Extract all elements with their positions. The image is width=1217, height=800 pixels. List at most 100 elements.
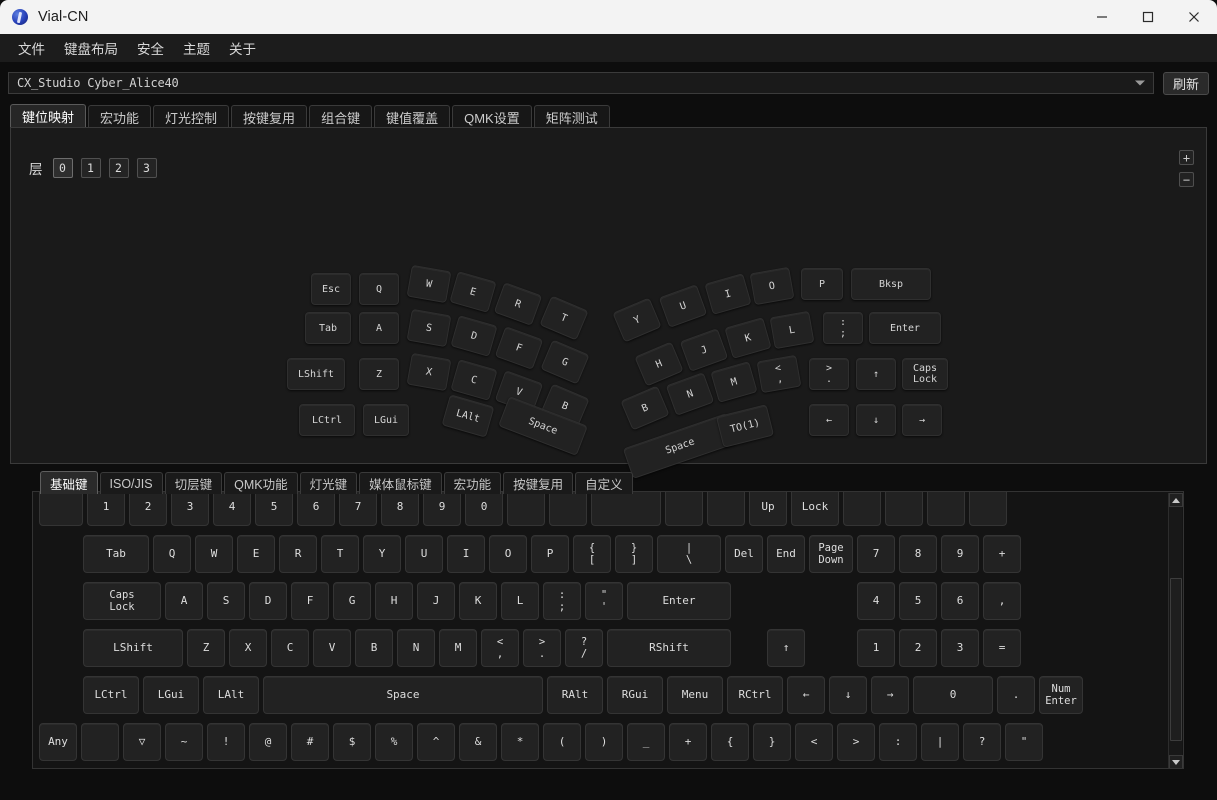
keycode-tab-6[interactable]: 宏功能 bbox=[443, 472, 502, 494]
tab-5[interactable]: 键值覆盖 bbox=[374, 105, 451, 128]
keycode-button-1-17[interactable]: 7 bbox=[857, 535, 895, 573]
menu-item-2[interactable]: 安全 bbox=[130, 35, 171, 61]
keycode-button-5-2[interactable]: ▽ bbox=[123, 723, 161, 761]
keycode-button-4-5[interactable]: RGui bbox=[607, 676, 663, 714]
keycode-button-0-21[interactable] bbox=[969, 492, 1007, 526]
keycode-button-1-18[interactable]: 8 bbox=[899, 535, 937, 573]
scroll-down-button[interactable] bbox=[1169, 755, 1183, 768]
keycode-button-1-6[interactable]: Y bbox=[363, 535, 401, 573]
keycode-button-2-4[interactable]: F bbox=[291, 582, 329, 620]
layer-button-3[interactable]: 3 bbox=[136, 158, 157, 178]
tab-0[interactable]: 键位映射 bbox=[10, 104, 87, 128]
keycode-button-5-17[interactable]: } bbox=[753, 723, 791, 761]
keymap-key-right-4[interactable]: P bbox=[801, 268, 843, 300]
keycode-button-3-0[interactable]: LShift bbox=[83, 629, 183, 667]
keycode-tab-0[interactable]: 基础键 bbox=[40, 471, 98, 494]
keycode-button-5-13[interactable]: ) bbox=[585, 723, 623, 761]
keymap-key-right-1[interactable]: U bbox=[658, 284, 708, 328]
keycode-button-3-8[interactable]: < , bbox=[481, 629, 519, 667]
keycode-button-4-9[interactable]: ↓ bbox=[829, 676, 867, 714]
layer-button-2[interactable]: 2 bbox=[108, 158, 129, 178]
keycode-tab-8[interactable]: 自定义 bbox=[575, 472, 633, 494]
keymap-key-left-20[interactable]: LAlt bbox=[441, 394, 495, 438]
keymap-key-left-1[interactable]: Q bbox=[359, 273, 399, 305]
menu-item-3[interactable]: 主题 bbox=[176, 35, 217, 61]
keymap-key-left-9[interactable]: D bbox=[450, 315, 498, 357]
zoom-out-button[interactable]: − bbox=[1179, 172, 1194, 187]
keycode-button-5-1[interactable] bbox=[81, 723, 119, 761]
keycode-button-0-9[interactable]: 9 bbox=[423, 492, 461, 526]
keycode-button-5-19[interactable]: > bbox=[837, 723, 875, 761]
keycode-button-0-3[interactable]: 3 bbox=[171, 492, 209, 526]
tab-4[interactable]: 组合键 bbox=[309, 105, 373, 128]
keyboard-select[interactable]: CX_Studio Cyber_Alice40 bbox=[8, 72, 1154, 94]
zoom-in-button[interactable]: + bbox=[1179, 150, 1194, 165]
close-button[interactable] bbox=[1171, 0, 1217, 34]
keycode-button-3-14[interactable]: 2 bbox=[899, 629, 937, 667]
keymap-key-left-13[interactable]: Z bbox=[359, 358, 399, 390]
keymap-key-right-7[interactable]: J bbox=[679, 328, 729, 372]
keymap-key-right-16[interactable]: > . bbox=[809, 358, 849, 390]
tab-2[interactable]: 灯光控制 bbox=[153, 105, 230, 128]
keycode-button-2-14[interactable]: 5 bbox=[899, 582, 937, 620]
keymap-key-left-15[interactable]: C bbox=[450, 359, 498, 401]
keycode-button-5-10[interactable]: & bbox=[459, 723, 497, 761]
keycode-button-2-3[interactable]: D bbox=[249, 582, 287, 620]
keycode-button-5-7[interactable]: $ bbox=[333, 723, 371, 761]
keycode-button-0-13[interactable] bbox=[591, 492, 661, 526]
keycode-button-0-7[interactable]: 7 bbox=[339, 492, 377, 526]
keycode-button-5-3[interactable]: ~ bbox=[165, 723, 203, 761]
keycode-button-1-4[interactable]: R bbox=[279, 535, 317, 573]
keycode-button-1-3[interactable]: E bbox=[237, 535, 275, 573]
keymap-key-right-2[interactable]: I bbox=[704, 273, 752, 315]
keycode-button-0-5[interactable]: 5 bbox=[255, 492, 293, 526]
keycode-button-0-19[interactable] bbox=[885, 492, 923, 526]
keycode-button-4-2[interactable]: LAlt bbox=[203, 676, 259, 714]
keycode-button-2-6[interactable]: H bbox=[375, 582, 413, 620]
scrollbar-thumb[interactable] bbox=[1170, 578, 1182, 741]
refresh-button[interactable]: 刷新 bbox=[1163, 71, 1209, 95]
keycode-button-5-18[interactable]: < bbox=[795, 723, 833, 761]
keycode-button-5-8[interactable]: % bbox=[375, 723, 413, 761]
keycode-button-0-8[interactable]: 8 bbox=[381, 492, 419, 526]
keycode-button-2-13[interactable]: 4 bbox=[857, 582, 895, 620]
keycode-button-3-7[interactable]: M bbox=[439, 629, 477, 667]
keycode-button-4-11[interactable]: 0 bbox=[913, 676, 993, 714]
keycode-button-2-10[interactable]: : ; bbox=[543, 582, 581, 620]
keycode-button-5-22[interactable]: ? bbox=[963, 723, 1001, 761]
keycode-button-3-3[interactable]: C bbox=[271, 629, 309, 667]
keycode-button-0-1[interactable]: 1 bbox=[87, 492, 125, 526]
keymap-key-right-22[interactable]: ↓ bbox=[856, 404, 896, 436]
keymap-key-left-14[interactable]: X bbox=[406, 352, 452, 392]
menu-item-0[interactable]: 文件 bbox=[11, 35, 52, 61]
keycode-button-5-5[interactable]: @ bbox=[249, 723, 287, 761]
keycode-button-1-15[interactable]: End bbox=[767, 535, 805, 573]
keycode-button-1-11[interactable]: { [ bbox=[573, 535, 611, 573]
keycode-tab-2[interactable]: 切层键 bbox=[164, 472, 223, 494]
keycode-button-0-14[interactable] bbox=[665, 492, 703, 526]
keycode-button-4-1[interactable]: LGui bbox=[143, 676, 199, 714]
keymap-key-right-23[interactable]: → bbox=[902, 404, 942, 436]
menu-item-4[interactable]: 关于 bbox=[222, 35, 263, 61]
keycode-button-4-8[interactable]: ← bbox=[787, 676, 825, 714]
keymap-key-right-15[interactable]: < , bbox=[756, 354, 802, 394]
keycode-button-2-5[interactable]: G bbox=[333, 582, 371, 620]
keycode-button-4-13[interactable]: Num Enter bbox=[1039, 676, 1083, 714]
layer-button-1[interactable]: 1 bbox=[80, 158, 101, 178]
keycode-button-3-2[interactable]: X bbox=[229, 629, 267, 667]
keymap-key-right-12[interactable]: B bbox=[620, 385, 670, 431]
keycode-button-3-13[interactable]: 1 bbox=[857, 629, 895, 667]
keymap-key-right-3[interactable]: O bbox=[749, 266, 795, 306]
keycode-tab-1[interactable]: ISO/JIS bbox=[99, 472, 163, 494]
keycode-button-0-16[interactable]: Up bbox=[749, 492, 787, 526]
keycode-button-2-7[interactable]: J bbox=[417, 582, 455, 620]
keymap-key-right-8[interactable]: K bbox=[724, 317, 772, 359]
keycode-button-3-15[interactable]: 3 bbox=[941, 629, 979, 667]
menu-item-1[interactable]: 键盘布局 bbox=[57, 35, 125, 61]
keycode-button-5-23[interactable]: " bbox=[1005, 723, 1043, 761]
keycode-button-0-6[interactable]: 6 bbox=[297, 492, 335, 526]
keymap-key-left-6[interactable]: Tab bbox=[305, 312, 351, 344]
keycode-button-3-11[interactable]: RShift bbox=[607, 629, 731, 667]
keycode-button-1-10[interactable]: P bbox=[531, 535, 569, 573]
keycode-button-1-16[interactable]: Page Down bbox=[809, 535, 853, 573]
